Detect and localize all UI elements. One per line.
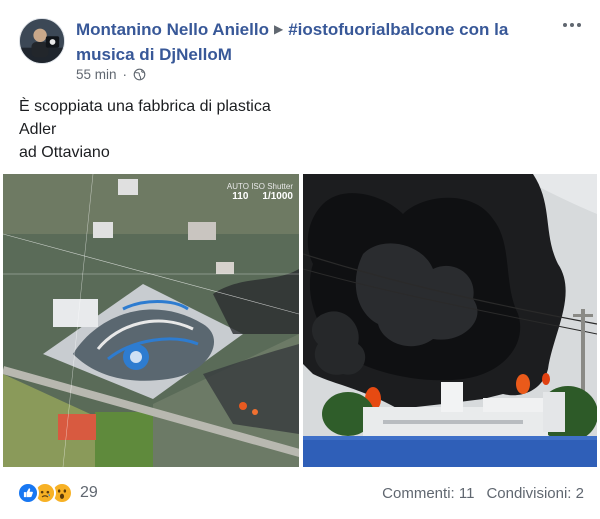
globe-icon[interactable] (133, 68, 146, 81)
post-text-line: Adler (19, 121, 57, 138)
like-icon (17, 482, 39, 504)
timestamp[interactable]: 55 min (76, 67, 117, 82)
shares-count[interactable]: Condivisioni: 2 (486, 485, 584, 502)
more-options-button[interactable] (558, 14, 586, 36)
reactions-summary[interactable]: 29 (17, 482, 98, 504)
hud-shutter: 1/1000 (262, 191, 293, 202)
photo-smoke-fire[interactable] (303, 174, 597, 467)
post-text: È scoppiata una fabbrica di plastica Adl… (19, 95, 271, 164)
arrow-right-icon: ▶ (273, 22, 284, 36)
post-card: Montanino Nello Aniello ▶ #iostofuorialbal… (0, 0, 600, 519)
comments-count[interactable]: Commenti: 11 (382, 485, 474, 502)
camera-hud: AUTO ISO Shutter 110 1/1000 (227, 182, 293, 202)
post-footer: 29 Commenti: 11 Condivisioni: 2 (0, 476, 600, 512)
photo-grid: AUTO ISO Shutter 110 1/1000 (3, 174, 597, 467)
photo-drone-view[interactable]: AUTO ISO Shutter 110 1/1000 (3, 174, 299, 467)
post-text-line: È scoppiata una fabbrica di plastica (19, 98, 271, 115)
hud-iso: 110 (232, 191, 249, 202)
avatar[interactable] (19, 18, 65, 64)
post-text-line: ad Ottaviano (19, 144, 110, 161)
separator-dot: · (122, 67, 128, 82)
reaction-count[interactable]: 29 (80, 484, 98, 502)
author-link[interactable]: Montanino Nello Aniello (76, 20, 269, 39)
post-meta: 55 min · (76, 67, 146, 82)
engagement-counts: Commenti: 11 Condivisioni: 2 (382, 485, 584, 502)
post-header: Montanino Nello Aniello ▶ #iostofuorialbal… (76, 18, 546, 66)
ellipsis-icon (563, 23, 567, 27)
